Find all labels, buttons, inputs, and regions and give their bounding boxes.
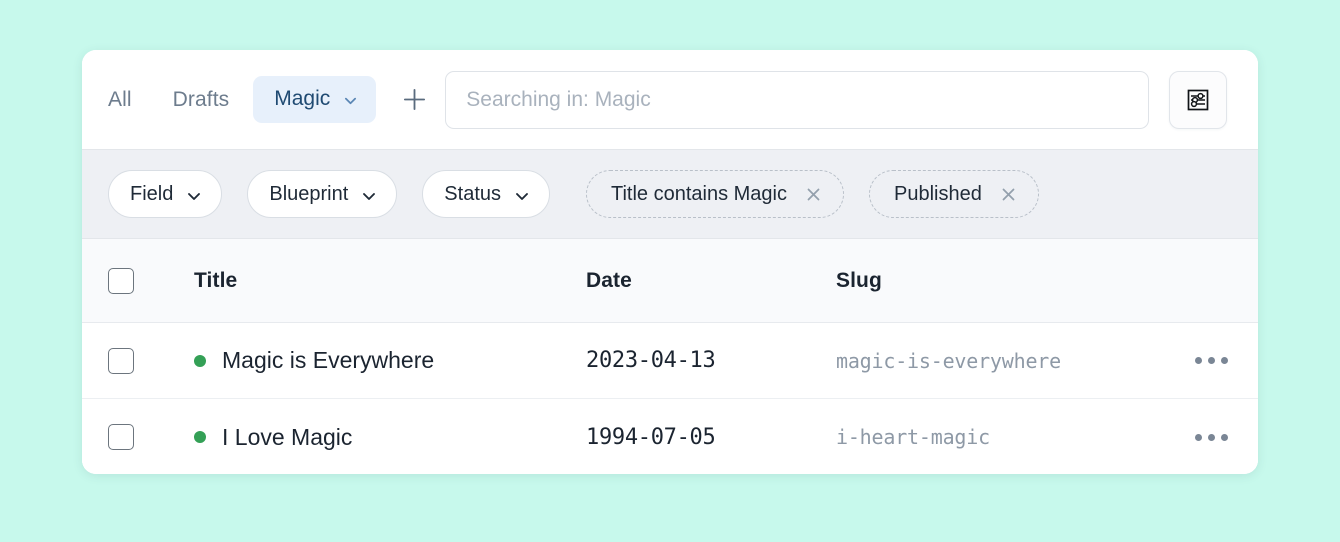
ellipsis-icon xyxy=(1221,357,1228,364)
select-all-checkbox[interactable] xyxy=(108,267,134,294)
ellipsis-icon xyxy=(1195,357,1202,364)
active-filter-title-contains[interactable]: Title contains Magic xyxy=(586,170,844,218)
chevron-down-icon xyxy=(344,94,357,107)
table-row[interactable]: Magic is Everywhere 2023-04-13 magic-is-… xyxy=(82,323,1258,399)
screen: All Drafts Magic Searching in: Magic Fie… xyxy=(0,0,1340,542)
row-title-link[interactable]: I Love Magic xyxy=(222,424,352,451)
row-checkbox[interactable] xyxy=(108,424,134,450)
column-header-date[interactable]: Date xyxy=(586,269,836,293)
filter-dropdown-status-label: Status xyxy=(444,182,501,205)
filter-dropdown-blueprint[interactable]: Blueprint xyxy=(247,170,398,218)
active-filter-published[interactable]: Published xyxy=(869,170,1039,218)
panel-toolbar: All Drafts Magic xyxy=(82,50,1258,149)
entries-panel: All Drafts Magic Searching in: Magic Fie… xyxy=(82,50,1258,474)
ellipsis-icon xyxy=(1208,357,1215,364)
plus-icon xyxy=(401,86,428,113)
filter-dropdown-status[interactable]: Status xyxy=(422,170,550,218)
close-icon[interactable] xyxy=(805,186,822,203)
chevron-down-icon xyxy=(515,189,528,202)
active-filter-published-label: Published xyxy=(894,182,982,205)
close-icon[interactable] xyxy=(1000,186,1017,203)
row-date-value: 2023-04-13 xyxy=(586,348,716,373)
table-row[interactable]: I Love Magic 1994-07-05 i-heart-magic xyxy=(82,399,1258,474)
add-view-button[interactable] xyxy=(392,78,436,122)
row-actions-cell xyxy=(1152,426,1232,449)
column-header-date-label: Date xyxy=(586,268,632,292)
row-slug-cell: magic-is-everywhere xyxy=(836,349,1152,373)
ellipsis-icon xyxy=(1221,433,1228,441)
filter-settings-button[interactable] xyxy=(1169,70,1227,129)
tab-drafts[interactable]: Drafts xyxy=(173,78,230,122)
active-filter-title-contains-label: Title contains Magic xyxy=(611,182,787,205)
row-actions-cell xyxy=(1152,349,1232,372)
row-checkbox[interactable] xyxy=(108,347,134,374)
table-header-row: Title Date Slug xyxy=(82,239,1258,323)
chevron-down-icon xyxy=(187,189,201,202)
ellipsis-icon xyxy=(1208,433,1215,441)
tab-magic[interactable]: Magic xyxy=(253,76,377,123)
row-title-cell: Magic is Everywhere xyxy=(194,347,586,374)
filter-dropdown-blueprint-label: Blueprint xyxy=(269,182,349,205)
row-date-value: 1994-07-05 xyxy=(586,424,716,450)
row-slug-value: i-heart-magic xyxy=(836,425,990,449)
row-title-cell: I Love Magic xyxy=(194,424,586,451)
tab-drafts-label: Drafts xyxy=(172,87,230,111)
filter-bar: Field Blueprint Status Title contains Ma… xyxy=(82,149,1258,239)
column-header-title-label: Title xyxy=(194,268,238,292)
row-title-link[interactable]: Magic is Everywhere xyxy=(222,347,434,374)
filter-dropdown-field-label: Field xyxy=(130,182,174,205)
row-slug-cell: i-heart-magic xyxy=(836,425,1152,449)
row-date-cell: 2023-04-13 xyxy=(586,348,836,373)
tab-magic-label: Magic xyxy=(274,87,331,110)
status-dot-icon xyxy=(194,354,206,367)
search-input[interactable] xyxy=(445,70,1149,129)
row-select-cell xyxy=(108,347,194,374)
chevron-down-icon xyxy=(362,189,376,202)
select-all-cell xyxy=(108,267,194,294)
tab-all[interactable]: All xyxy=(108,78,132,122)
search-container xyxy=(445,70,1149,129)
column-header-slug[interactable]: Slug xyxy=(836,269,1152,293)
column-header-title[interactable]: Title xyxy=(194,269,586,293)
status-dot-icon xyxy=(194,431,206,443)
row-select-cell xyxy=(108,424,194,450)
row-actions-menu-button[interactable] xyxy=(1191,349,1232,372)
row-slug-value: magic-is-everywhere xyxy=(836,348,1061,373)
sliders-icon xyxy=(1184,86,1212,114)
row-actions-menu-button[interactable] xyxy=(1191,426,1232,449)
ellipsis-icon xyxy=(1195,433,1202,441)
tab-all-label: All xyxy=(108,87,132,111)
column-header-slug-label: Slug xyxy=(836,268,882,292)
row-date-cell: 1994-07-05 xyxy=(586,425,836,450)
entries-table: Title Date Slug Magic is Everywhere 2023… xyxy=(82,239,1258,474)
filter-dropdown-field[interactable]: Field xyxy=(108,170,223,218)
